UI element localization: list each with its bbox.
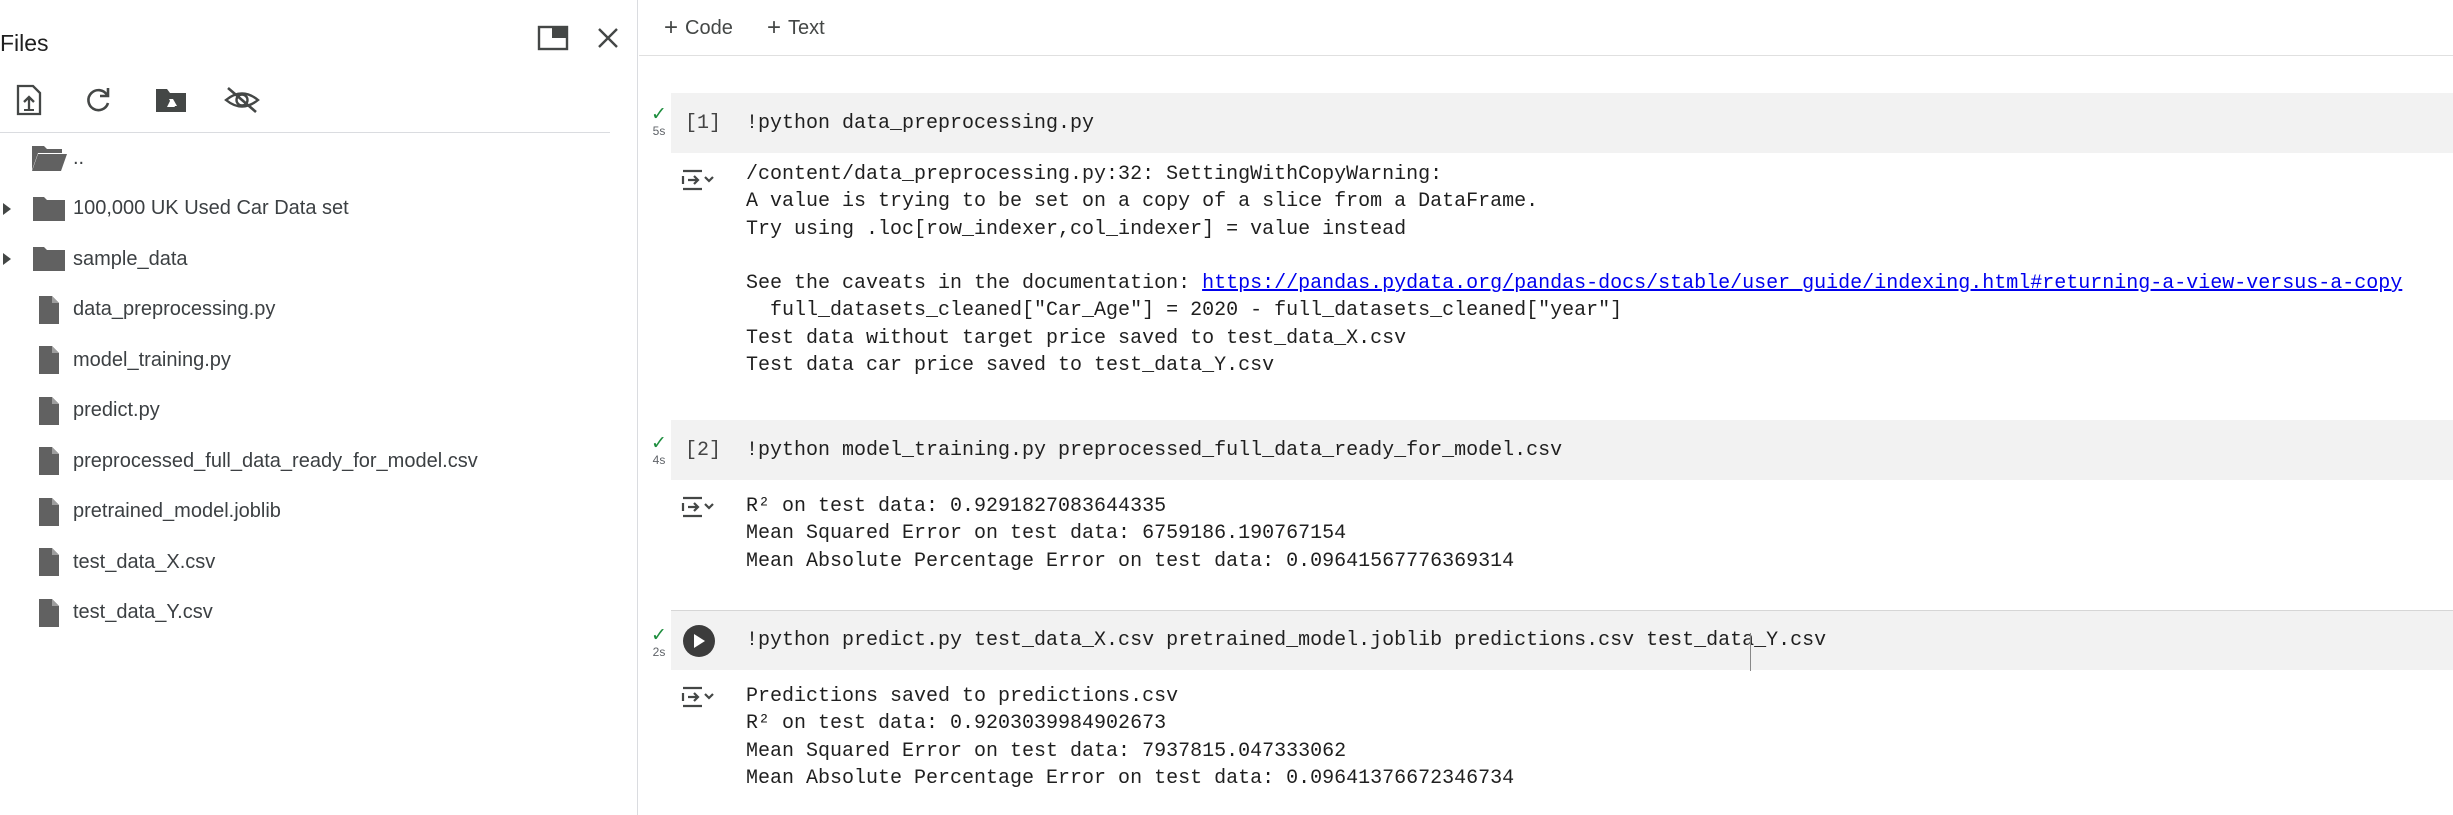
output-line: R² on test data: 0.9203039984902673 [746,712,1167,736]
notebook-area: + Code + Text ✓ 5s [1] !python data_prep… [639,0,2453,815]
add-text-label: Text [788,16,825,39]
hide-hidden-files-icon[interactable] [222,80,262,120]
editor-ruler [1750,633,1751,671]
expand-caret-icon[interactable] [0,199,14,219]
cell-status: ✓ 2s [647,626,671,659]
output-text: R² on test data: 0.9291827083644335 Mean … [746,493,1514,575]
folder-open-icon [30,141,68,175]
file-icon [30,394,68,428]
execution-duration: 5s [652,124,666,138]
cell-output: /content/data_preprocessing.py:32: Setti… [671,161,2453,401]
add-code-label: Code [685,16,733,39]
upload-file-icon[interactable] [9,80,49,120]
code-editor[interactable]: !python predict.py test_data_X.csv pretr… [671,610,2453,671]
execution-count: [1] [685,111,722,135]
plus-icon: + [767,14,782,41]
success-check-icon: ✓ [651,625,667,646]
execution-count: [2] [685,438,722,462]
refresh-icon[interactable] [78,80,118,120]
file-item-label: data_preprocessing.py [73,298,276,321]
output-line: Mean Absolute Percentage Error on test d… [746,766,1515,790]
close-icon[interactable] [588,18,628,58]
file-item-parent[interactable]: .. [0,133,620,184]
output-actions-icon[interactable] [679,166,717,194]
expand-caret-icon[interactable] [0,249,14,269]
file-icon [30,293,68,327]
folder-icon [30,192,68,226]
file-item-label: preprocessed_full_data_ready_for_model.c… [73,449,478,472]
cell-status: ✓ 5s [647,105,671,138]
execution-duration: 2s [652,645,666,659]
run-cell-button[interactable] [683,624,715,657]
file-item-preprocessed-full-data[interactable]: preprocessed_full_data_ready_for_model.c… [0,436,620,487]
output-actions-icon[interactable] [679,493,717,521]
file-item-pretrained-model[interactable]: pretrained_model.joblib [0,487,620,538]
file-item-folder-uk-used-car-data[interactable]: 100,000 UK Used Car Data set [0,184,620,235]
code-cell-3[interactable]: ✓ 2s !python predict.py test_data_X.csv … [639,610,2453,815]
code-text[interactable]: !python model_training.py preprocessed_f… [746,439,1562,462]
colab-window: Files .. 100,000 UK Used Car Data set sa… [0,0,2453,815]
file-item-label: sample_data [73,247,188,270]
file-icon [30,444,68,478]
output-line: R² on test data: 0.9291827083644335 [746,495,1167,518]
output-line: A value is trying to be set on a copy of… [746,190,1539,214]
output-line: Mean Absolute Percentage Error on test d… [746,549,1515,573]
plus-icon: + [664,14,679,41]
insert-toolbar: + Code + Text [639,0,2453,56]
execution-duration: 4s [652,453,666,467]
mount-drive-icon[interactable] [151,80,191,120]
open-in-new-tab-icon[interactable] [533,18,573,58]
output-line: /content/data_preprocessing.py:32: Setti… [746,163,1455,186]
success-check-icon: ✓ [651,104,667,125]
file-icon [30,596,68,630]
file-item-folder-sample-data[interactable]: sample_data [0,234,620,285]
file-item-label: test_data_X.csv [73,550,216,573]
cell-output: Predictions saved to predictions.csv R² o… [671,683,2453,803]
file-item-label: test_data_Y.csv [73,601,213,624]
file-item-data-preprocessing[interactable]: data_preprocessing.py [0,285,620,336]
code-editor[interactable]: [1] !python data_preprocessing.py [671,93,2453,153]
pandas-docs-link[interactable]: https://pandas.pydata.org/pandas-docs/st… [1202,272,2402,295]
file-item-predict[interactable]: predict.py [0,386,620,437]
code-cell-2[interactable]: ✓ 4s [2] !python model_training.py prepr… [639,420,2453,585]
output-text: /content/data_preprocessing.py:32: Setti… [746,161,2402,379]
code-editor[interactable]: [2] !python model_training.py preprocess… [671,420,2453,480]
file-item-test-data-y[interactable]: test_data_Y.csv [0,588,620,639]
file-icon [30,545,68,579]
file-item-label: .. [73,146,85,169]
output-line: full_datasets_cleaned["Car_Age"] = 2020 … [746,299,1623,323]
output-line: Test data without target price saved to … [746,326,1407,350]
file-icon [30,343,68,377]
files-panel-title: Files [0,30,49,56]
file-item-test-data-x[interactable]: test_data_X.csv [0,537,620,588]
code-text[interactable]: !python data_preprocessing.py [746,112,1094,135]
code-text[interactable]: !python predict.py test_data_X.csv pretr… [746,629,1826,652]
cell-output: R² on test data: 0.9291827083644335 Mean … [671,493,2453,583]
play-icon [694,633,705,648]
output-line-prefix: See the caveats in the documentation: [746,272,1203,296]
file-item-label: 100,000 UK Used Car Data set [73,197,349,220]
output-line: See the caveats in the documentation: ht… [746,270,2402,297]
output-text: Predictions saved to predictions.csv R² o… [746,683,1514,792]
output-line: Mean Squared Error on test data: 7937815… [746,739,1347,763]
files-sidebar: Files .. 100,000 UK Used Car Data set sa… [0,0,638,815]
file-item-model-training[interactable]: model_training.py [0,335,620,386]
output-line: Predictions saved to predictions.csv [746,685,1179,708]
output-line: Test data car price saved to test_data_Y… [746,354,1275,378]
success-check-icon: ✓ [651,433,667,454]
add-code-cell-button[interactable]: + Code [664,12,733,44]
file-tree: .. 100,000 UK Used Car Data set sample_d… [0,133,620,638]
output-actions-icon[interactable] [679,683,717,711]
file-icon [30,495,68,529]
output-line: Mean Squared Error on test data: 6759186… [746,522,1347,546]
add-text-cell-button[interactable]: + Text [767,12,825,44]
file-item-label: model_training.py [73,348,231,371]
cell-status: ✓ 4s [647,434,671,467]
code-cell-1[interactable]: ✓ 5s [1] !python data_preprocessing.py /… [639,93,2453,405]
folder-icon [30,242,68,276]
file-item-label: predict.py [73,399,160,422]
output-line: Try using .loc[row_indexer,col_indexer] … [746,217,1407,241]
file-item-label: pretrained_model.joblib [73,500,281,523]
